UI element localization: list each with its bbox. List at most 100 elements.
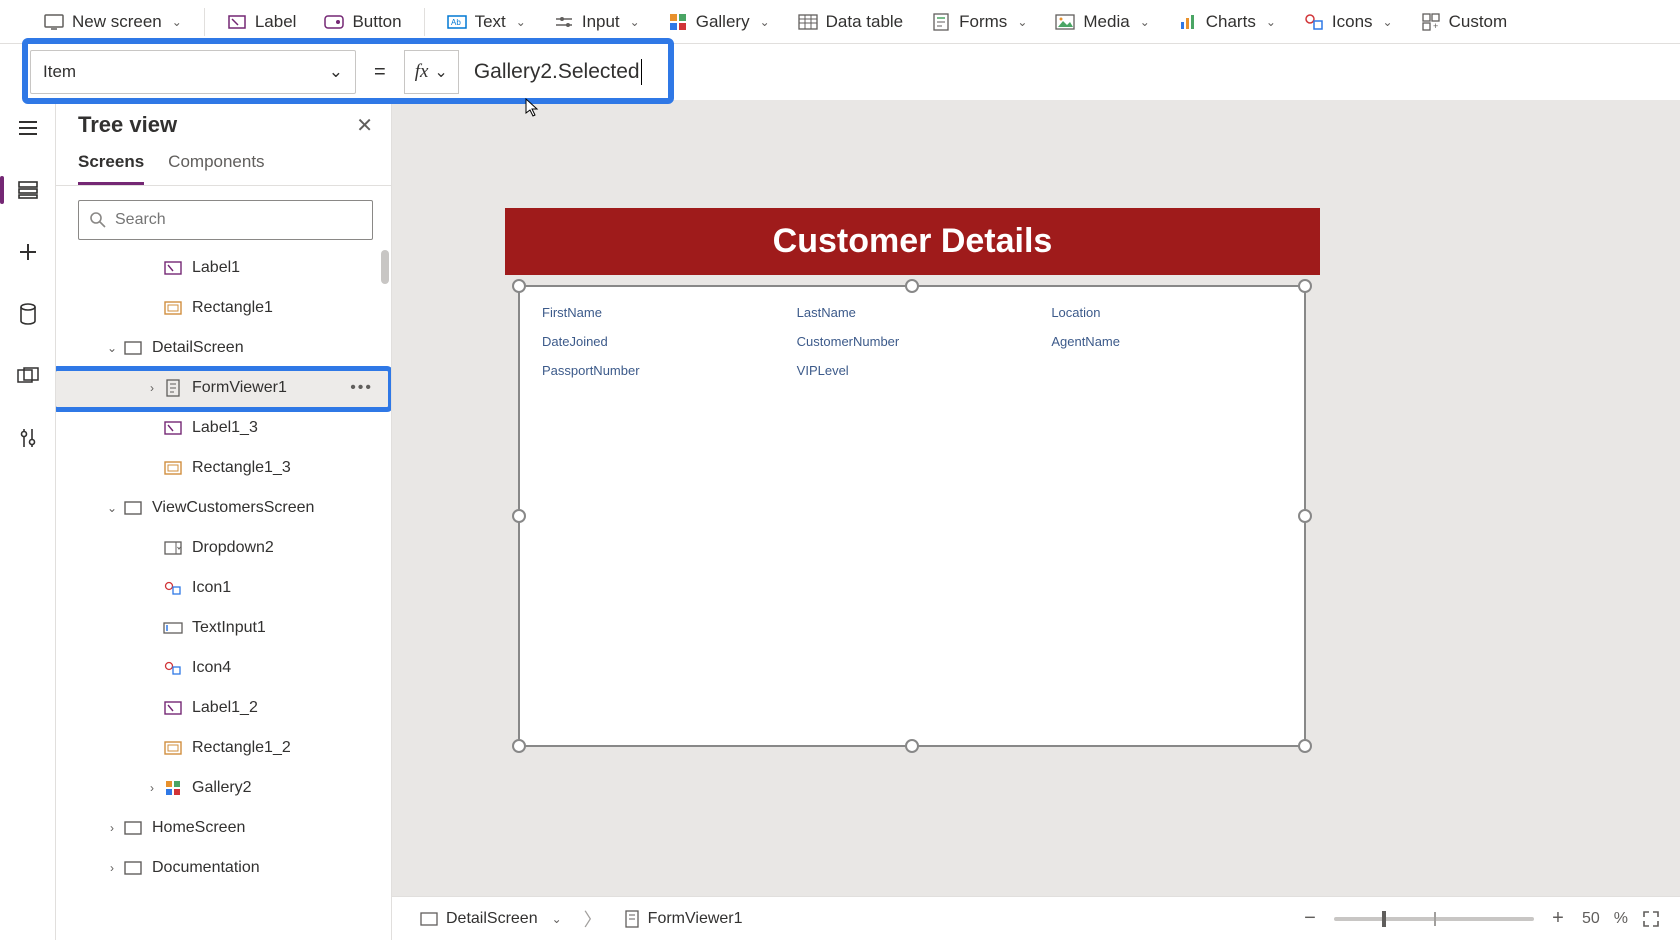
rect-icon — [162, 461, 184, 475]
expander-icon[interactable]: ⌄ — [102, 341, 122, 355]
resize-handle[interactable] — [512, 739, 526, 753]
insert-button[interactable]: Button — [310, 6, 415, 38]
insert-icons-menu[interactable]: Icons ⌄ — [1290, 6, 1407, 38]
rail-hamburger[interactable] — [8, 108, 48, 148]
form-field-lastname[interactable]: LastName — [797, 305, 1028, 320]
rect-icon — [162, 301, 184, 315]
breadcrumb-screen[interactable]: DetailScreen ⌄ — [412, 906, 570, 932]
tree-item-label1_2[interactable]: Label1_2 — [56, 688, 391, 728]
screen-icon — [122, 861, 144, 875]
label-icon — [162, 421, 184, 435]
rail-data[interactable] — [8, 294, 48, 334]
separator — [204, 8, 205, 36]
label-text: Label — [255, 12, 297, 32]
insert-media-menu[interactable]: Media ⌄ — [1041, 6, 1163, 38]
tree-item-label: ViewCustomersScreen — [152, 499, 314, 517]
form-field-passportnumber[interactable]: PassportNumber — [542, 363, 773, 378]
new-screen-menu[interactable]: New screen ⌄ — [30, 6, 196, 38]
form-field-location[interactable]: Location — [1051, 305, 1282, 320]
insert-custom-menu[interactable]: + Custom — [1407, 6, 1522, 38]
fit-to-window-icon[interactable] — [1642, 910, 1660, 928]
property-selector[interactable]: Item ⌄ — [30, 50, 356, 94]
tree-item-rectangle1_3[interactable]: Rectangle1_3 — [56, 448, 391, 488]
tree-title: Tree view — [78, 112, 177, 138]
resize-handle[interactable] — [1298, 509, 1312, 523]
tree-item-viewcustomersscreen[interactable]: ⌄ ViewCustomersScreen — [56, 488, 391, 528]
breadcrumb-screen-label: DetailScreen — [446, 910, 538, 928]
tree-list[interactable]: Label1Rectangle1⌄DetailScreen›FormViewer… — [56, 248, 391, 940]
zoom-mid-tick — [1434, 912, 1436, 926]
tab-screens[interactable]: Screens — [78, 152, 144, 185]
resize-handle[interactable] — [1298, 279, 1312, 293]
tree-item-label: Rectangle1_3 — [192, 459, 291, 477]
zoom-thumb[interactable] — [1382, 911, 1386, 927]
formula-input[interactable]: Gallery2.Selected — [459, 50, 1680, 94]
resize-handle[interactable] — [905, 279, 919, 293]
more-icon[interactable]: ••• — [350, 379, 373, 397]
tree-item-icon4[interactable]: Icon4 — [56, 648, 391, 688]
insert-text-menu[interactable]: Ab Text ⌄ — [433, 6, 540, 38]
separator — [424, 8, 425, 36]
dropdown-icon — [162, 541, 184, 555]
left-rail — [0, 100, 56, 940]
form-field-agentname[interactable]: AgentName — [1051, 334, 1282, 349]
tab-components[interactable]: Components — [168, 152, 264, 185]
design-canvas[interactable]: Customer Details FirstNameLastNameLocati… — [392, 100, 1680, 896]
tree-item-textinput1[interactable]: TextInput1 — [56, 608, 391, 648]
charts-icon — [1178, 12, 1198, 32]
expander-icon[interactable]: › — [142, 381, 162, 395]
tree-item-gallery2[interactable]: ›Gallery2 — [56, 768, 391, 808]
rail-advanced[interactable] — [8, 418, 48, 458]
tree-item-formviewer1[interactable]: ›FormViewer1••• — [56, 368, 391, 408]
form-field-customernumber[interactable]: CustomerNumber — [797, 334, 1028, 349]
tree-item-rectangle1[interactable]: Rectangle1 — [56, 288, 391, 328]
close-icon[interactable]: ✕ — [356, 113, 373, 138]
rail-media[interactable] — [8, 356, 48, 396]
text-cursor — [641, 59, 642, 85]
form-viewer-control[interactable]: FirstName LastName Location DateJoined Custo… — [518, 285, 1306, 747]
chevron-down-icon: ⌄ — [1140, 15, 1150, 29]
insert-gallery-menu[interactable]: Gallery ⌄ — [654, 6, 784, 38]
forms-label: Forms — [959, 12, 1007, 32]
expander-icon[interactable]: › — [102, 821, 122, 835]
expander-icon[interactable]: › — [142, 781, 162, 795]
zoom-slider[interactable] — [1334, 917, 1534, 921]
tree-item-rectangle1_2[interactable]: Rectangle1_2 — [56, 728, 391, 768]
chevron-down-icon: ⌄ — [516, 15, 526, 29]
breadcrumb-control-label: FormViewer1 — [648, 910, 743, 928]
insert-label[interactable]: Label — [213, 6, 311, 38]
canvas-footer: DetailScreen ⌄ 〉 FormViewer1 − + 50 % — [392, 896, 1680, 940]
resize-handle[interactable] — [512, 279, 526, 293]
input-label: Input — [582, 12, 620, 32]
insert-input-menu[interactable]: Input ⌄ — [540, 6, 654, 38]
zoom-out-button[interactable]: − — [1300, 907, 1320, 930]
chevron-down-icon: ⌄ — [630, 15, 640, 29]
search-input[interactable] — [115, 211, 362, 229]
tree-item-homescreen[interactable]: ›HomeScreen — [56, 808, 391, 848]
tree-item-detailscreen[interactable]: ⌄DetailScreen — [56, 328, 391, 368]
rail-tree-view[interactable] — [8, 170, 48, 210]
tree-item-documentation[interactable]: ›Documentation — [56, 848, 391, 888]
tree-item-label1[interactable]: Label1 — [56, 248, 391, 288]
form-field-datejoined[interactable]: DateJoined — [542, 334, 773, 349]
resize-handle[interactable] — [905, 739, 919, 753]
tree-item-label1_3[interactable]: Label1_3 — [56, 408, 391, 448]
tree-item-icon1[interactable]: Icon1 — [56, 568, 391, 608]
form-field-firstname[interactable]: FirstName — [542, 305, 773, 320]
resize-handle[interactable] — [512, 509, 526, 523]
insert-charts-menu[interactable]: Charts ⌄ — [1164, 6, 1290, 38]
insert-toolbar: New screen ⌄ Label Button Ab Text ⌄ Inpu… — [0, 0, 1680, 44]
form-field-viplevel[interactable]: VIPLevel — [797, 363, 1028, 378]
breadcrumb-control[interactable]: FormViewer1 — [616, 906, 751, 932]
resize-handle[interactable] — [1298, 739, 1312, 753]
tree-item-dropdown2[interactable]: Dropdown2 — [56, 528, 391, 568]
rail-insert[interactable] — [8, 232, 48, 272]
chevron-down-icon: ⌄ — [1017, 15, 1027, 29]
insert-datatable[interactable]: Data table — [784, 6, 918, 38]
expander-icon[interactable]: › — [102, 861, 122, 875]
expander-icon[interactable]: ⌄ — [102, 501, 122, 515]
tree-search[interactable] — [78, 200, 373, 240]
fx-button[interactable]: fx ⌄ — [404, 50, 459, 94]
insert-forms-menu[interactable]: Forms ⌄ — [917, 6, 1041, 38]
zoom-in-button[interactable]: + — [1548, 907, 1568, 930]
